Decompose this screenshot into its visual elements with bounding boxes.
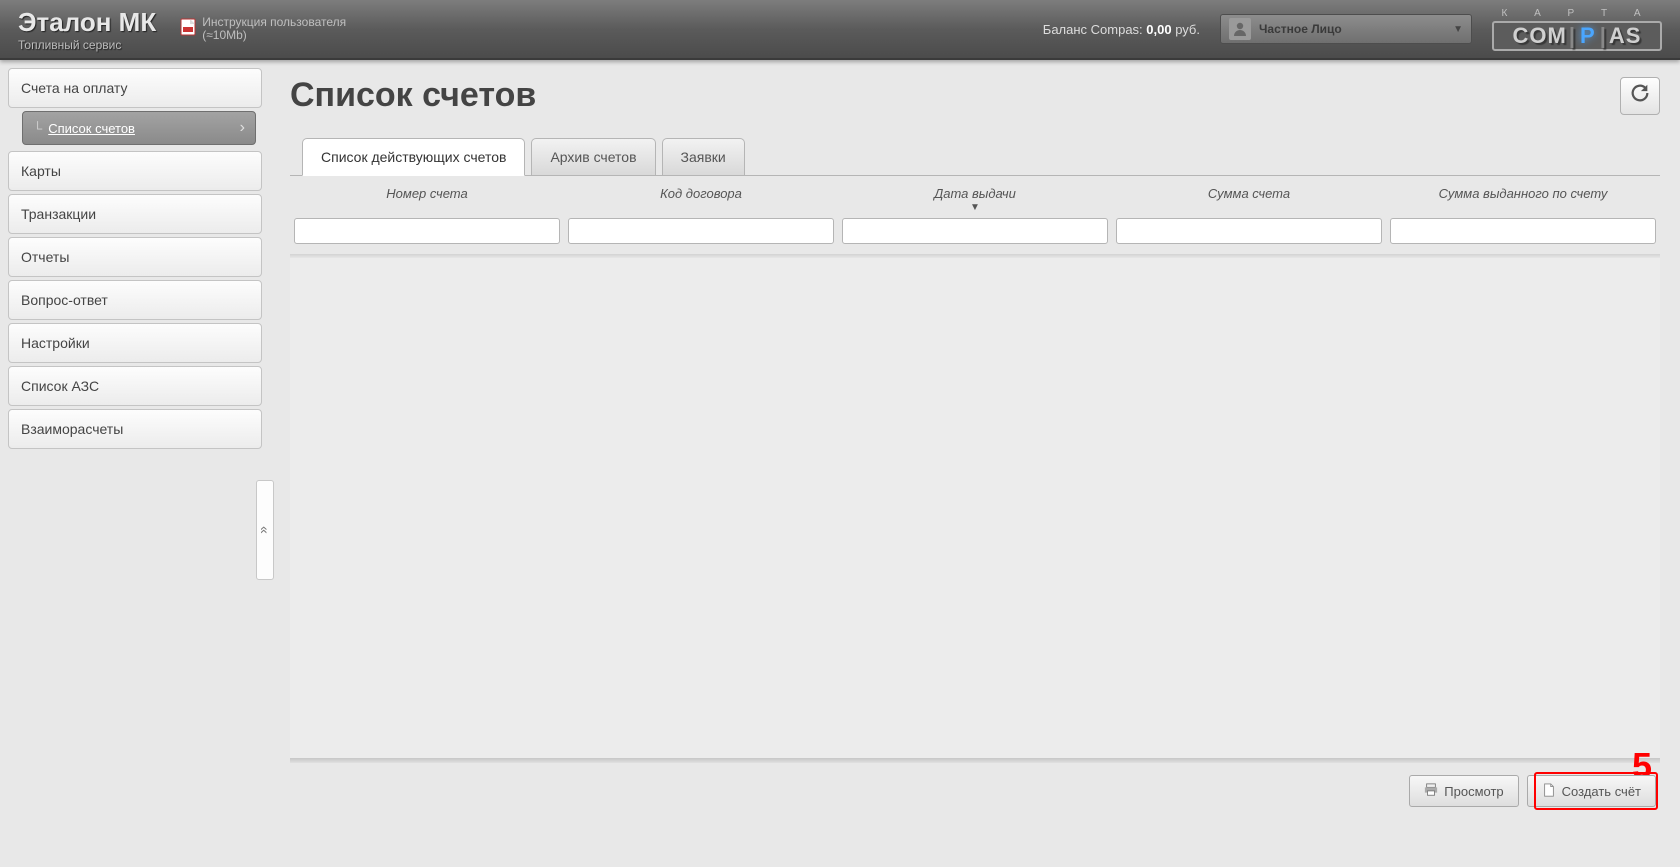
pdf-text: Инструкция пользователя (≈10Mb) bbox=[202, 16, 346, 42]
nav-invoice-list-label: Список счетов bbox=[48, 121, 135, 136]
nav-reports[interactable]: Отчеты bbox=[8, 237, 262, 277]
balance-prefix: Баланс Compas: bbox=[1043, 22, 1147, 37]
nav-settings[interactable]: Настройки bbox=[8, 323, 262, 363]
filter-issued-amount[interactable] bbox=[1390, 218, 1656, 244]
col-label: Сумма выданного по счету bbox=[1439, 186, 1608, 201]
col-amount[interactable]: Сумма счета bbox=[1112, 186, 1386, 210]
nav-cards[interactable]: Карты bbox=[8, 151, 262, 191]
col-label: Код договора bbox=[660, 186, 742, 201]
nav-stations[interactable]: Список АЗС bbox=[8, 366, 262, 406]
logo-top-text: К А Р Т А bbox=[1492, 8, 1662, 19]
balance-label: Баланс Compas: 0,00 руб. bbox=[1043, 22, 1200, 37]
filter-invoice-number[interactable] bbox=[294, 218, 560, 244]
tab-requests[interactable]: Заявки bbox=[662, 138, 745, 176]
col-issue-date[interactable]: Дата выдачи ▼ bbox=[838, 186, 1112, 210]
user-name: Частное Лицо bbox=[1259, 22, 1463, 36]
table-body-empty bbox=[290, 258, 1660, 758]
col-label: Дата выдачи bbox=[934, 186, 1016, 201]
nav-settlements[interactable]: Взаиморасчеты bbox=[8, 409, 262, 449]
sort-desc-icon: ▼ bbox=[838, 205, 1112, 210]
user-icon bbox=[1229, 18, 1251, 40]
nav-transactions[interactable]: Транзакции bbox=[8, 194, 262, 234]
preview-button[interactable]: Просмотр bbox=[1409, 775, 1518, 807]
pdf-size: (≈10Mb) bbox=[202, 29, 346, 42]
filter-row bbox=[290, 210, 1660, 254]
col-label: Сумма счета bbox=[1208, 186, 1290, 201]
table-header: Номер счета Код договора Дата выдачи ▼ Су… bbox=[290, 176, 1660, 210]
page-title: Список счетов bbox=[290, 76, 1620, 115]
compas-logo: К А Р Т А COM|P|AS bbox=[1492, 8, 1662, 51]
pdf-icon bbox=[180, 18, 196, 41]
print-icon bbox=[1424, 783, 1438, 800]
brand-title: Эталон МК bbox=[18, 7, 156, 38]
chevron-right-icon: › bbox=[240, 119, 245, 137]
nav-invoice-list[interactable]: Список счетов › bbox=[22, 111, 256, 145]
col-contract-code[interactable]: Код договора bbox=[564, 186, 838, 210]
table-panel: Номер счета Код договора Дата выдачи ▼ Су… bbox=[290, 175, 1660, 763]
user-manual-link[interactable]: Инструкция пользователя (≈10Mb) bbox=[180, 16, 346, 42]
chevron-down-icon: ▼ bbox=[1453, 24, 1463, 35]
col-label: Номер счета bbox=[386, 186, 467, 201]
balance-value: 0,00 bbox=[1146, 22, 1171, 37]
content-area: Список счетов Список действующих счетов … bbox=[270, 60, 1680, 867]
preview-label: Просмотр bbox=[1444, 784, 1503, 799]
filter-issue-date[interactable] bbox=[842, 218, 1108, 244]
brand: Эталон МК Топливный сервис bbox=[0, 3, 174, 56]
nav-faq[interactable]: Вопрос-ответ bbox=[8, 280, 262, 320]
create-label: Создать счёт bbox=[1562, 784, 1641, 799]
tabs: Список действующих счетов Архив счетов З… bbox=[290, 137, 1660, 175]
sidebar: Счета на оплату Список счетов › Карты Тр… bbox=[0, 60, 270, 867]
create-invoice-button[interactable]: Создать счёт bbox=[1527, 775, 1656, 807]
user-dropdown[interactable]: Частное Лицо ▼ bbox=[1220, 14, 1472, 44]
tab-active-invoices[interactable]: Список действующих счетов bbox=[302, 138, 525, 176]
refresh-button[interactable] bbox=[1620, 77, 1660, 115]
col-issued-amount[interactable]: Сумма выданного по счету bbox=[1386, 186, 1660, 210]
balance-suffix: руб. bbox=[1172, 22, 1200, 37]
col-invoice-number[interactable]: Номер счета bbox=[290, 186, 564, 210]
brand-subtitle: Топливный сервис bbox=[18, 38, 156, 52]
logo-card: COM|P|AS bbox=[1492, 21, 1662, 51]
tab-archive[interactable]: Архив счетов bbox=[531, 138, 655, 176]
document-icon bbox=[1542, 783, 1556, 800]
app-header: Эталон МК Топливный сервис Инструкция по… bbox=[0, 0, 1680, 60]
refresh-icon bbox=[1629, 82, 1651, 109]
filter-contract-code[interactable] bbox=[568, 218, 834, 244]
filter-amount[interactable] bbox=[1116, 218, 1382, 244]
nav-invoices[interactable]: Счета на оплату bbox=[8, 68, 262, 108]
action-bar: Просмотр Создать счёт bbox=[290, 763, 1660, 819]
